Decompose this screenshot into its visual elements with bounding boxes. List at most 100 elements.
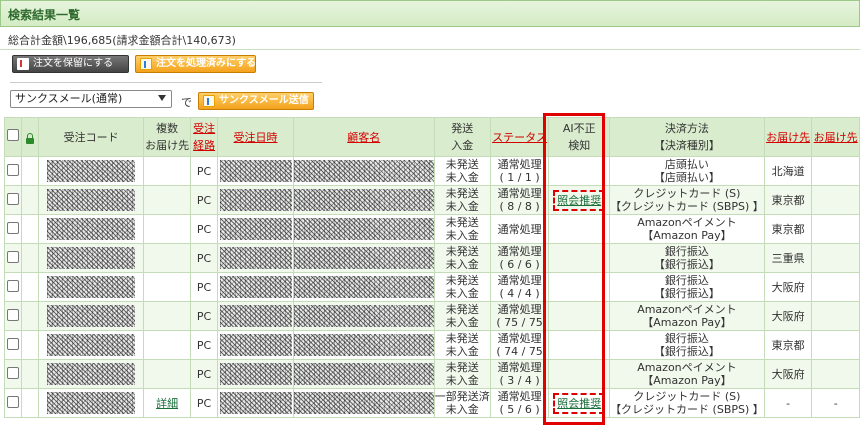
header-order-date-sort[interactable]: 受注日時 [217, 117, 294, 157]
redacted-customer-name [294, 189, 434, 211]
lock-cell [21, 185, 39, 215]
customer-cell[interactable] [292, 156, 435, 186]
multi-dest-detail-link[interactable]: 詳細 [156, 397, 178, 410]
customer-cell[interactable] [292, 243, 435, 273]
header-destination2-sort[interactable]: お届け先 [811, 117, 860, 157]
status-text: 通常処理 [497, 390, 542, 403]
row-checkbox-cell[interactable] [3, 156, 23, 186]
table-row[interactable]: PC 未発送 未入金 通常処理( 75 / 75 Amazonペイメント 【Amazon … [3, 301, 860, 331]
order-code-cell[interactable] [37, 272, 145, 302]
row-checkbox[interactable] [7, 337, 20, 350]
table-row[interactable]: PC 未発送 未入金 通常処理 Amazonペイメント 【Amazon Pay】 東京都 [3, 214, 860, 244]
inquiry-recommended-link[interactable]: 照会推奨 [553, 392, 606, 414]
shipping-status: 未発送 [445, 187, 479, 200]
destination-cell: - [763, 388, 813, 418]
header-order-date-label[interactable]: 受注日時 [234, 131, 278, 144]
header-status-sort[interactable]: ステータス [489, 117, 550, 157]
payment-cell: 銀行振込 【銀行振込】 [609, 330, 765, 360]
order-code-cell[interactable] [37, 243, 145, 273]
results-title-bar: 検索結果一覧 [0, 0, 860, 27]
row-checkbox-cell[interactable] [3, 330, 23, 360]
order-code-cell[interactable] [37, 301, 145, 331]
shipping-status: 未発送 [445, 303, 479, 316]
lock-cell [21, 243, 39, 273]
row-checkbox-cell[interactable] [3, 301, 23, 331]
header-route-label-2[interactable]: 経路 [193, 139, 215, 152]
customer-cell[interactable] [292, 359, 435, 389]
header-destination2-label[interactable]: お届け先 [814, 131, 858, 144]
payment-method: 銀行振込 [664, 274, 709, 287]
order-code-cell[interactable] [37, 388, 145, 418]
order-code-cell[interactable] [37, 214, 145, 244]
payment-cell: クレジットカード (S) 【クレジットカード (SBPS) 】 [609, 388, 765, 418]
row-checkbox[interactable] [7, 366, 20, 379]
status-cell: 通常処理( 3 / 4 ) [489, 359, 550, 389]
payment-type: 【銀行振込】 [653, 258, 720, 271]
table-row[interactable]: PC 未発送 未入金 通常処理( 6 / 6 ) 銀行振込 【銀行振込】 三重県 [3, 243, 860, 273]
header-shipping: 発送 入金 [433, 117, 491, 157]
customer-cell[interactable] [292, 388, 435, 418]
send-thanks-mail-button[interactable]: サンクスメール送信 [198, 92, 314, 110]
process-order-button[interactable]: 注文を処理済みにする [135, 55, 256, 73]
header-destination-sort[interactable]: お届け先 [763, 117, 813, 157]
payment-method: クレジットカード (S) [633, 187, 741, 200]
order-code-cell[interactable] [37, 156, 145, 186]
order-code-cell[interactable] [37, 359, 145, 389]
hold-order-button[interactable]: 注文を保留にする [12, 55, 129, 73]
customer-cell[interactable] [292, 301, 435, 331]
lock-cell [21, 388, 39, 418]
header-select-all[interactable] [3, 117, 23, 157]
row-checkbox[interactable] [7, 395, 20, 408]
customer-cell[interactable] [292, 272, 435, 302]
redacted-order-code [47, 363, 136, 385]
destination-cell: 大阪府 [763, 359, 813, 389]
order-date-cell [217, 185, 294, 215]
order-date-cell [217, 214, 294, 244]
row-checkbox-cell[interactable] [3, 388, 23, 418]
header-customer-label[interactable]: 顧客名 [347, 131, 380, 144]
customer-cell[interactable] [292, 185, 435, 215]
ai-fraud-cell [548, 243, 611, 273]
header-route-sort[interactable]: 受注 経路 [189, 117, 219, 157]
row-checkbox[interactable] [7, 279, 20, 292]
row-checkbox-cell[interactable] [3, 272, 23, 302]
redacted-order-date [219, 334, 292, 356]
header-customer-sort[interactable]: 顧客名 [292, 117, 435, 157]
status-text: 通常処理 [497, 245, 542, 258]
row-checkbox[interactable] [7, 221, 20, 234]
route-text: PC [196, 193, 212, 207]
row-checkbox[interactable] [7, 250, 20, 263]
table-row[interactable]: PC 未発送 未入金 通常処理( 74 / 75 銀行振込 【銀行振込】 東京都 [3, 330, 860, 360]
inquiry-recommended-link[interactable]: 照会推奨 [553, 189, 606, 211]
row-checkbox-cell[interactable] [3, 185, 23, 215]
order-code-cell[interactable] [37, 185, 145, 215]
order-code-cell[interactable] [37, 330, 145, 360]
redacted-order-code [47, 160, 136, 182]
table-row[interactable]: PC 未発送 未入金 通常処理( 8 / 8 ) 照会推奨 クレジットカード (S) 【クレ… [3, 185, 860, 215]
table-row[interactable]: PC 未発送 未入金 通常処理( 4 / 4 ) 銀行振込 【銀行振込】 大阪府 [3, 272, 860, 302]
table-row[interactable]: PC 未発送 未入金 通常処理( 3 / 4 ) Amazonペイメント 【Amazon … [3, 359, 860, 389]
header-shipping-label-1: 発送 [451, 122, 474, 135]
table-row[interactable]: 詳細 PC 一部発送済 未入金 通常処理( 5 / 6 ) 照会推奨 クレジットカード (S… [3, 388, 860, 418]
customer-cell[interactable] [292, 214, 435, 244]
shipping-cell: 未発送 未入金 [433, 214, 491, 244]
row-checkbox-cell[interactable] [3, 359, 23, 389]
header-route-label-1[interactable]: 受注 [193, 122, 215, 135]
header-status-label[interactable]: ステータス [492, 131, 547, 144]
table-row[interactable]: PC 未発送 未入金 通常処理( 1 / 1 ) 店頭払い 【店頭払い】 北海道 [3, 156, 860, 186]
header-destination-label[interactable]: お届け先 [766, 131, 810, 144]
customer-cell[interactable] [292, 330, 435, 360]
redacted-customer-name [294, 218, 434, 240]
row-checkbox[interactable] [7, 163, 20, 176]
destination-text: 東京都 [771, 222, 805, 236]
row-checkbox[interactable] [7, 308, 20, 321]
select-all-checkbox[interactable] [7, 128, 20, 141]
payment-status: 未入金 [445, 171, 479, 184]
redacted-customer-name [294, 160, 434, 182]
thanks-mail-select[interactable]: サンクスメール(通常) [10, 90, 172, 108]
row-checkbox[interactable] [7, 192, 20, 205]
row-checkbox-cell[interactable] [3, 214, 23, 244]
destination2-cell-text: - [833, 396, 838, 410]
multi-dest-cell [143, 272, 191, 302]
row-checkbox-cell[interactable] [3, 243, 23, 273]
